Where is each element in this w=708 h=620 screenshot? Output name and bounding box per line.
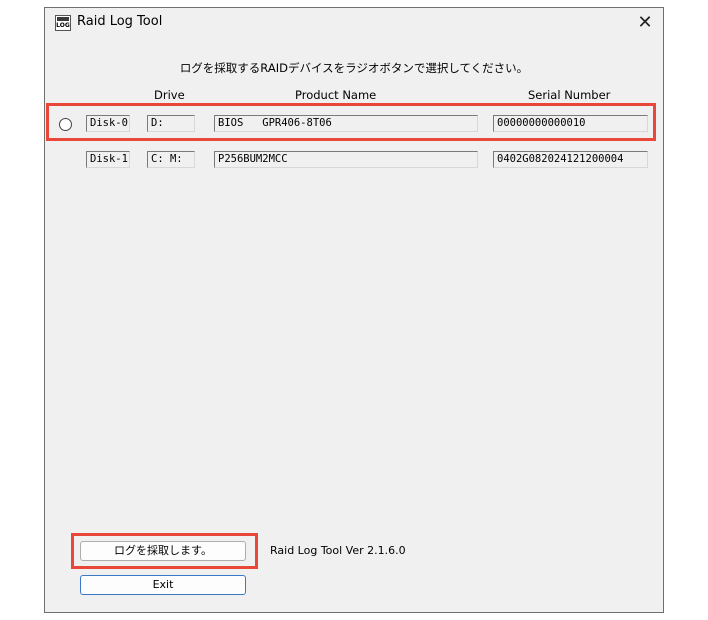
column-header-drive: Drive — [154, 88, 185, 102]
device-row-disk-0: Disk-0 D: BIOS GPR406-8T06 0000000000001… — [45, 112, 663, 136]
product-name-field: BIOS GPR406-8T06 — [214, 115, 478, 132]
exit-button[interactable]: Exit — [80, 575, 246, 595]
serial-number-field: 00000000000010 — [493, 115, 648, 132]
disk-field: Disk-0 — [86, 115, 130, 132]
device-row-disk-1: Disk-1 C: M: P256BUM2MCC 0402G0820241212… — [45, 148, 663, 172]
close-icon[interactable]: ✕ — [633, 11, 657, 35]
product-name-field: P256BUM2MCC — [214, 151, 478, 168]
title-bar[interactable]: LOG Raid Log Tool ✕ — [45, 8, 663, 38]
column-header-serial-number: Serial Number — [528, 88, 611, 102]
drive-field: D: — [147, 115, 195, 132]
disk-field: Disk-1 — [86, 151, 130, 168]
instruction-text: ログを採取するRAIDデバイスをラジオボタンで選択してください。 — [179, 61, 529, 75]
version-label: Raid Log Tool Ver 2.1.6.0 — [270, 544, 406, 557]
device-select-radio[interactable] — [59, 118, 72, 131]
collect-log-button[interactable]: ログを採取します。 — [80, 541, 246, 561]
serial-number-field: 0402G082024121200004 — [493, 151, 648, 168]
window-title: Raid Log Tool — [77, 14, 163, 29]
app-log-icon: LOG — [55, 15, 71, 31]
column-header-product-name: Product Name — [295, 88, 377, 102]
raid-log-tool-window: LOG Raid Log Tool ✕ ログを採取するRAIDデバイスをラジオボ… — [44, 7, 664, 613]
drive-field: C: M: — [147, 151, 195, 168]
